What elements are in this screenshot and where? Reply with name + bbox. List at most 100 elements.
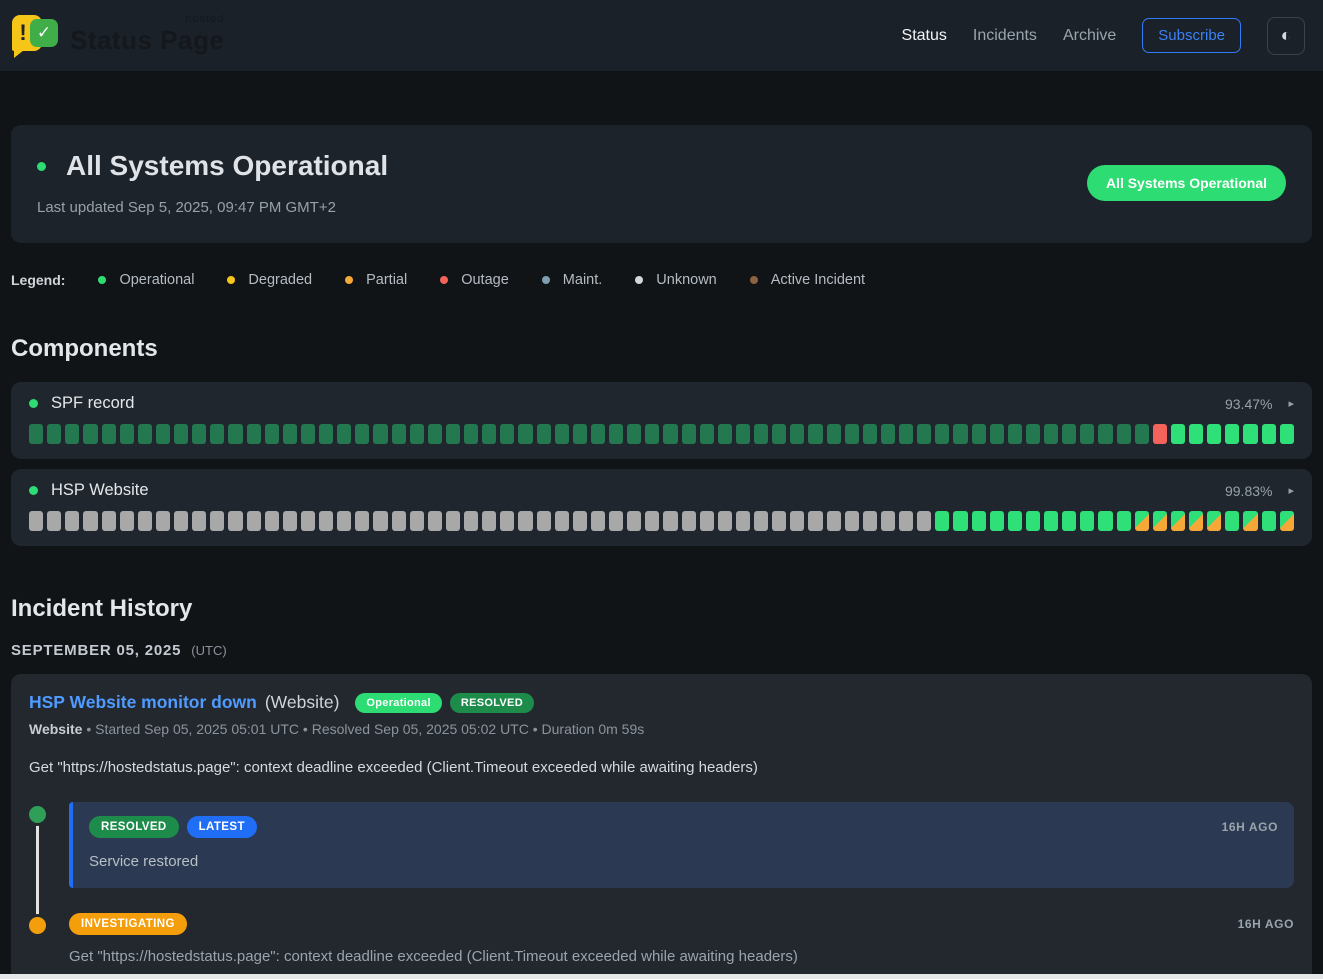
uptime-bar-dark (47, 424, 61, 444)
legend-item-outage: Outage (440, 272, 509, 288)
uptime-bar-dark (827, 424, 841, 444)
uptime-bar-dark (392, 424, 406, 444)
incident-meta: Website • Started Sep 05, 2025 05:01 UTC… (29, 721, 1294, 737)
legend-item-label: Unknown (656, 272, 716, 288)
uptime-bar-dark (700, 424, 714, 444)
uptime-bar-gray (29, 511, 43, 531)
component-status-dot-icon (29, 486, 38, 495)
uptime-bar-dark (1044, 424, 1058, 444)
banner-title-row: All Systems Operational (37, 150, 388, 182)
badge-row: INVESTIGATING (69, 913, 187, 935)
uptime-bar-dark (1008, 424, 1022, 444)
partial-dot-icon (345, 276, 353, 284)
uptime-bar-dark (1080, 424, 1094, 444)
legend-label: Legend: (11, 272, 65, 288)
uptime-bar-dark (1026, 424, 1040, 444)
update-message: Get "https://hostedstatus.page": context… (69, 948, 1294, 965)
uptime-percentage: 99.83% (1225, 483, 1272, 499)
uptime-bar-diag (1189, 511, 1203, 531)
component-card-hsp-website: HSP Website 99.83% ▸ (11, 469, 1312, 546)
uptime-bar-dark (972, 424, 986, 444)
uptime-bar-gray (247, 511, 261, 531)
subscribe-button[interactable]: Subscribe (1142, 18, 1241, 53)
update-header: RESOLVED LATEST 16H AGO (89, 816, 1278, 838)
uptime-bar-dark (845, 424, 859, 444)
uptime-bar-bright (1225, 511, 1239, 531)
legend-item-unknown: Unknown (635, 272, 716, 288)
expand-arrow-icon[interactable]: ▸ (1288, 397, 1294, 410)
uptime-bar-bright (1062, 511, 1076, 531)
component-card-spf-record: SPF record 93.47% ▸ (11, 382, 1312, 459)
uptime-bar-bright (1243, 424, 1257, 444)
uptime-bar-gray (827, 511, 841, 531)
uptime-bar-gray (700, 511, 714, 531)
uptime-bar-gray (337, 511, 351, 531)
nav-item-status[interactable]: Status (902, 27, 947, 45)
uptime-bar-gray (772, 511, 786, 531)
uptime-bar-dark (482, 424, 496, 444)
legend: Legend: Operational Degraded Partial Out… (11, 272, 1312, 288)
uptime-bar-dark (754, 424, 768, 444)
uptime-bar-dark (772, 424, 786, 444)
uptime-bar-gray (808, 511, 822, 531)
incident-description: Get "https://hostedstatus.page": context… (29, 759, 1294, 776)
uptime-bar-dark (537, 424, 551, 444)
component-header[interactable]: SPF record 93.47% ▸ (29, 394, 1294, 413)
uptime-bar-dark (265, 424, 279, 444)
uptime-bar-dark (319, 424, 333, 444)
nav-item-incidents[interactable]: Incidents (973, 27, 1037, 45)
incident-history-heading: Incident History (11, 595, 1312, 623)
uptime-bar-gray (555, 511, 569, 531)
uptime-bar-dark (1117, 424, 1131, 444)
uptime-bar-gray (754, 511, 768, 531)
legend-item-maint: Maint. (542, 272, 603, 288)
uptime-bar-gray (392, 511, 406, 531)
uptime-bar-gray (573, 511, 587, 531)
uptime-bar-bright (1262, 511, 1276, 531)
uptime-bar-diag (1207, 511, 1221, 531)
timeline-node-orange-icon (29, 917, 46, 934)
uptime-bar-gray (609, 511, 623, 531)
uptime-bar-diag (1280, 511, 1294, 531)
expand-arrow-icon[interactable]: ▸ (1288, 484, 1294, 497)
uptime-bar-dark (283, 424, 297, 444)
uptime-bar-dark (899, 424, 913, 444)
uptime-bar-gray (228, 511, 242, 531)
unknown-dot-icon (635, 276, 643, 284)
uptime-bar-gray (373, 511, 387, 531)
brand-name: Status Page hosted (70, 25, 224, 56)
uptime-bar-diag (1135, 511, 1149, 531)
nav-item-archive[interactable]: Archive (1063, 27, 1116, 45)
brand[interactable]: ! ✓ Status Page hosted (10, 13, 224, 59)
uptime-bar-dark (808, 424, 822, 444)
legend-item-partial: Partial (345, 272, 407, 288)
uptime-bar-dark (120, 424, 134, 444)
uptime-bar-dark (192, 424, 206, 444)
banner-left: All Systems Operational Last updated Sep… (37, 150, 388, 216)
uptime-bar-dark (337, 424, 351, 444)
uptime-bar-dark (65, 424, 79, 444)
theme-toggle-button[interactable]: ◐ (1267, 17, 1305, 55)
uptime-bar-gray (718, 511, 732, 531)
component-header[interactable]: HSP Website 99.83% ▸ (29, 481, 1294, 500)
checkmark-icon: ✓ (30, 19, 58, 47)
update-timestamp: 16H AGO (1238, 917, 1294, 931)
incident-title-link[interactable]: HSP Website monitor down (29, 692, 257, 713)
latest-badge: LATEST (187, 816, 257, 838)
incident-meta-details: • Started Sep 05, 2025 05:01 UTC • Resol… (86, 721, 644, 737)
uptime-bar-diag (1243, 511, 1257, 531)
uptime-bar-dark (301, 424, 315, 444)
legend-item-label: Outage (461, 272, 509, 288)
uptime-bar-dark (138, 424, 152, 444)
uptime-bar-gray (537, 511, 551, 531)
investigating-update: INVESTIGATING 16H AGO Get "https://hoste… (69, 913, 1294, 965)
uptime-bar-dark (174, 424, 188, 444)
uptime-bar-gray (645, 511, 659, 531)
uptime-bar-dark (645, 424, 659, 444)
uptime-bar-gray (736, 511, 750, 531)
footer-strip (0, 974, 1323, 979)
uptime-bar-dark (210, 424, 224, 444)
component-name-wrap: HSP Website (29, 481, 149, 500)
uptime-bar-dark (555, 424, 569, 444)
legend-item-degraded: Degraded (227, 272, 312, 288)
